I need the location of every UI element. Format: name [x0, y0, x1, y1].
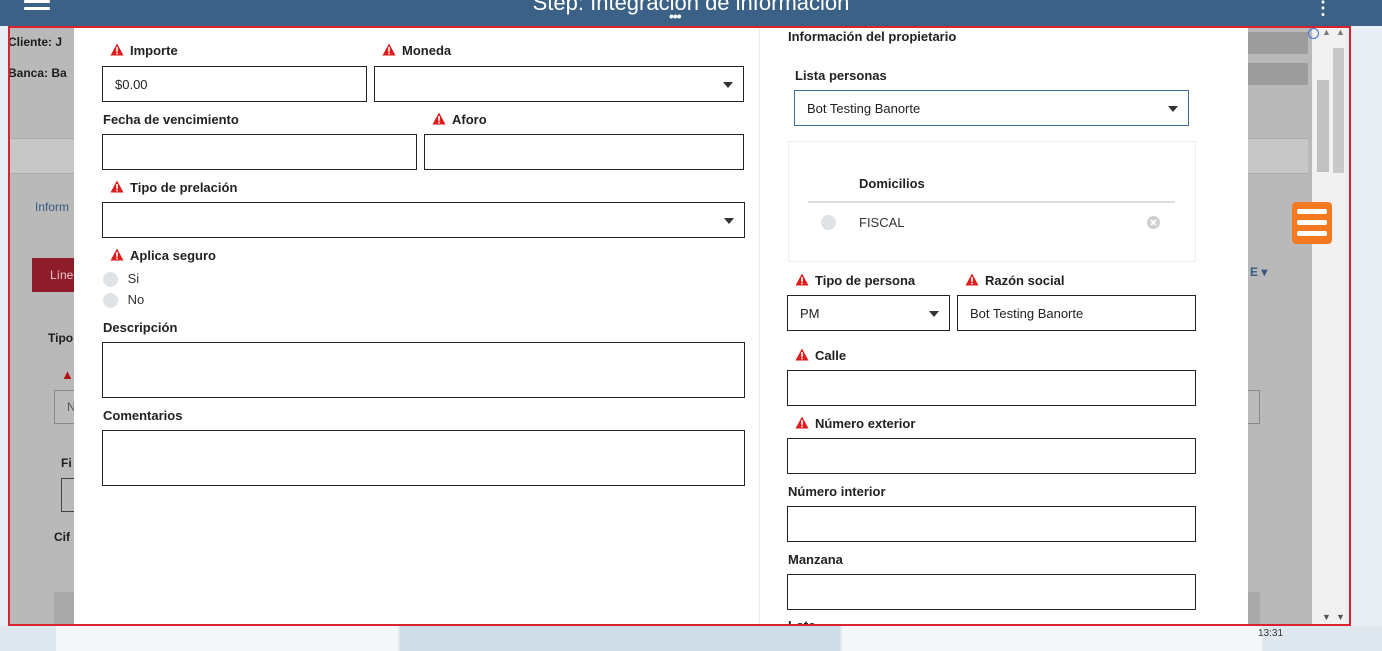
bg-input: N: [54, 390, 76, 424]
warning-triangle-icon: [965, 273, 979, 286]
domicilios-divider: [808, 201, 1175, 203]
field-edge: [353, 26, 738, 28]
field-edge: [108, 26, 204, 28]
info-circle-icon[interactable]: [1308, 28, 1319, 39]
radio-button[interactable]: [821, 215, 836, 230]
bg-tab[interactable]: Líne: [32, 258, 74, 292]
aplica-seguro-si-option[interactable]: Si: [103, 271, 139, 288]
comentarios-textarea[interactable]: [102, 430, 745, 486]
manzana-input[interactable]: [787, 574, 1196, 610]
numero-exterior-input[interactable]: [787, 438, 1196, 474]
bg-warning-icon: ▲: [61, 367, 74, 382]
razon-social-input[interactable]: Bot Testing Banorte: [957, 295, 1196, 331]
chevron-down-icon: [724, 218, 734, 224]
aplica-seguro-label: Aplica seguro: [110, 248, 216, 263]
bg-inform-link[interactable]: Inform: [35, 200, 69, 214]
fecha-vencimiento-label: Fecha de vencimiento: [103, 112, 239, 127]
bg-fi-label: Fi: [61, 456, 72, 470]
tipo-prelacion-label: Tipo de prelación: [110, 180, 237, 195]
bg-block: [1248, 592, 1260, 626]
importe-input[interactable]: $0.00: [102, 66, 367, 102]
bg-block: [54, 592, 74, 626]
lista-personas-label: Lista personas: [795, 68, 887, 83]
domicilio-row[interactable]: FISCAL: [808, 212, 1175, 234]
razon-social-value: Bot Testing Banorte: [970, 305, 1084, 321]
warning-triangle-icon: [432, 112, 446, 125]
kebab-menu-icon[interactable]: ⋮: [1314, 0, 1332, 19]
scroll-down-icon[interactable]: ▼: [1336, 612, 1345, 622]
taskbar-item[interactable]: [400, 626, 840, 651]
radio-button[interactable]: [103, 272, 118, 288]
scroll-down-icon[interactable]: ▼: [1322, 612, 1331, 622]
bg-tipo-label: Tipo: [48, 331, 74, 345]
aforo-input[interactable]: [424, 134, 744, 170]
warning-triangle-icon: [795, 416, 809, 429]
column-divider: [759, 26, 760, 626]
taskbar: 13:31: [0, 626, 1382, 651]
radio-button[interactable]: [103, 293, 118, 309]
warning-triangle-icon: [110, 248, 124, 261]
propietario-section-title: Información del propietario: [788, 29, 957, 44]
scroll-up-icon[interactable]: ▲: [1322, 27, 1331, 37]
importe-label: Importe: [110, 43, 178, 58]
bg-cif-label: Cif: [54, 530, 70, 544]
remove-circle-icon[interactable]: [1146, 215, 1161, 230]
top-header-bar: Step: Integración de información ••• ⋮: [0, 0, 1382, 26]
warning-triangle-icon: [795, 348, 809, 361]
lista-personas-select[interactable]: Bot Testing Banorte: [794, 90, 1189, 126]
domicilios-header: Domicilios: [859, 176, 925, 191]
descripcion-textarea[interactable]: [102, 342, 745, 398]
warning-triangle-icon: [795, 273, 809, 286]
aforo-label: Aforo: [432, 112, 487, 127]
aplica-seguro-no-option[interactable]: No: [103, 292, 144, 309]
tipo-persona-label: Tipo de persona: [795, 273, 915, 288]
bg-input: [61, 478, 74, 512]
importe-value: $0.00: [115, 76, 148, 92]
warning-triangle-icon: [382, 43, 396, 56]
calle-input[interactable]: [787, 370, 1196, 406]
descripcion-label: Descripción: [103, 320, 178, 335]
taskbar-item[interactable]: [842, 626, 1262, 651]
comentarios-label: Comentarios: [103, 408, 183, 423]
bg-input: [1248, 390, 1260, 424]
moneda-label: Moneda: [382, 43, 451, 58]
menu-fab-icon[interactable]: [1292, 202, 1332, 244]
tipo-persona-select[interactable]: PM: [787, 295, 950, 331]
bg-strip: [1248, 138, 1308, 174]
lista-personas-value: Bot Testing Banorte: [807, 100, 921, 116]
scrollbar-thumb[interactable]: [1333, 48, 1344, 173]
manzana-label: Manzana: [788, 552, 843, 567]
calle-label: Calle: [795, 348, 846, 363]
step-title: Step: Integración de información: [532, 0, 850, 15]
domicilio-label: FISCAL: [859, 215, 905, 230]
taskbar-item[interactable]: [56, 626, 398, 651]
scroll-up-icon[interactable]: ▲: [1336, 27, 1345, 37]
bg-dropdown[interactable]: E ▾: [1250, 265, 1267, 279]
bg-strip: [8, 138, 74, 174]
moneda-select[interactable]: [374, 66, 744, 102]
tipo-persona-value: PM: [800, 305, 820, 321]
bg-row: [1248, 63, 1308, 85]
bg-row: [1248, 32, 1308, 54]
tipo-prelacion-select[interactable]: [102, 202, 745, 238]
scrollbar-thumb[interactable]: [1317, 80, 1329, 172]
warning-triangle-icon: [110, 43, 124, 56]
lote-label: Lote: [788, 619, 815, 626]
chevron-down-icon: [929, 311, 939, 317]
numero-interior-input[interactable]: [787, 506, 1196, 542]
ellipsis-icon[interactable]: •••: [669, 8, 682, 24]
clock: 13:31: [1258, 628, 1284, 639]
warning-triangle-icon: [110, 180, 124, 193]
razon-social-label: Razón social: [965, 273, 1064, 288]
field-edge: [210, 26, 346, 28]
numero-exterior-label: Número exterior: [795, 416, 915, 431]
bg-cliente-label: Cliente: J: [8, 35, 63, 49]
chevron-down-icon: [723, 82, 733, 88]
numero-interior-label: Número interior: [788, 484, 886, 499]
chevron-down-icon: [1168, 106, 1178, 112]
fecha-vencimiento-input[interactable]: [102, 134, 417, 170]
bg-banca-label: Banca: Ba: [8, 66, 67, 80]
